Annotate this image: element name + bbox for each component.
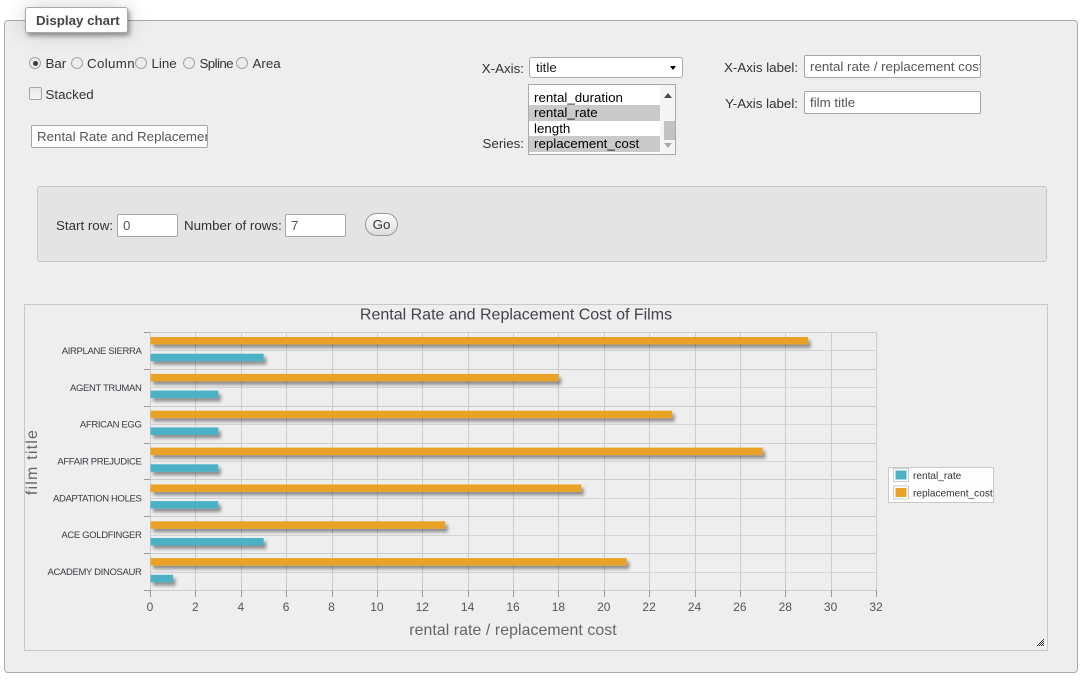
svg-text:18: 18 xyxy=(552,600,566,614)
svg-text:20: 20 xyxy=(597,600,611,614)
svg-text:30: 30 xyxy=(824,600,838,614)
svg-text:14: 14 xyxy=(461,600,475,614)
svg-text:28: 28 xyxy=(779,600,793,614)
svg-text:32: 32 xyxy=(869,600,883,614)
svg-text:4: 4 xyxy=(237,600,244,614)
svg-text:Rental Rate and Replacement Co: Rental Rate and Replacement Cost of Film… xyxy=(360,307,672,324)
svg-text:10: 10 xyxy=(370,600,384,614)
svg-text:AFFAIR PREJUDICE: AFFAIR PREJUDICE xyxy=(57,457,141,468)
svg-text:ACE GOLDFINGER: ACE GOLDFINGER xyxy=(61,530,142,541)
svg-text:ACADEMY DINOSAUR: ACADEMY DINOSAUR xyxy=(48,567,142,578)
svg-text:16: 16 xyxy=(506,600,520,614)
svg-text:rental_rate: rental_rate xyxy=(913,471,962,482)
svg-text:26: 26 xyxy=(733,600,747,614)
svg-text:6: 6 xyxy=(283,600,290,614)
svg-text:24: 24 xyxy=(688,600,702,614)
svg-text:film title: film title xyxy=(25,429,41,495)
svg-text:AIRPLANE SIERRA: AIRPLANE SIERRA xyxy=(62,346,143,357)
svg-text:2: 2 xyxy=(192,600,199,614)
svg-text:ADAPTATION HOLES: ADAPTATION HOLES xyxy=(53,493,142,504)
svg-text:8: 8 xyxy=(328,600,335,614)
svg-text:22: 22 xyxy=(642,600,656,614)
svg-text:AGENT TRUMAN: AGENT TRUMAN xyxy=(70,383,142,394)
svg-text:12: 12 xyxy=(416,600,430,614)
svg-text:AFRICAN EGG: AFRICAN EGG xyxy=(80,420,142,431)
svg-text:0: 0 xyxy=(147,600,154,614)
svg-text:rental rate / replacement cost: rental rate / replacement cost xyxy=(409,622,617,639)
svg-text:replacement_cost: replacement_cost xyxy=(913,488,993,499)
